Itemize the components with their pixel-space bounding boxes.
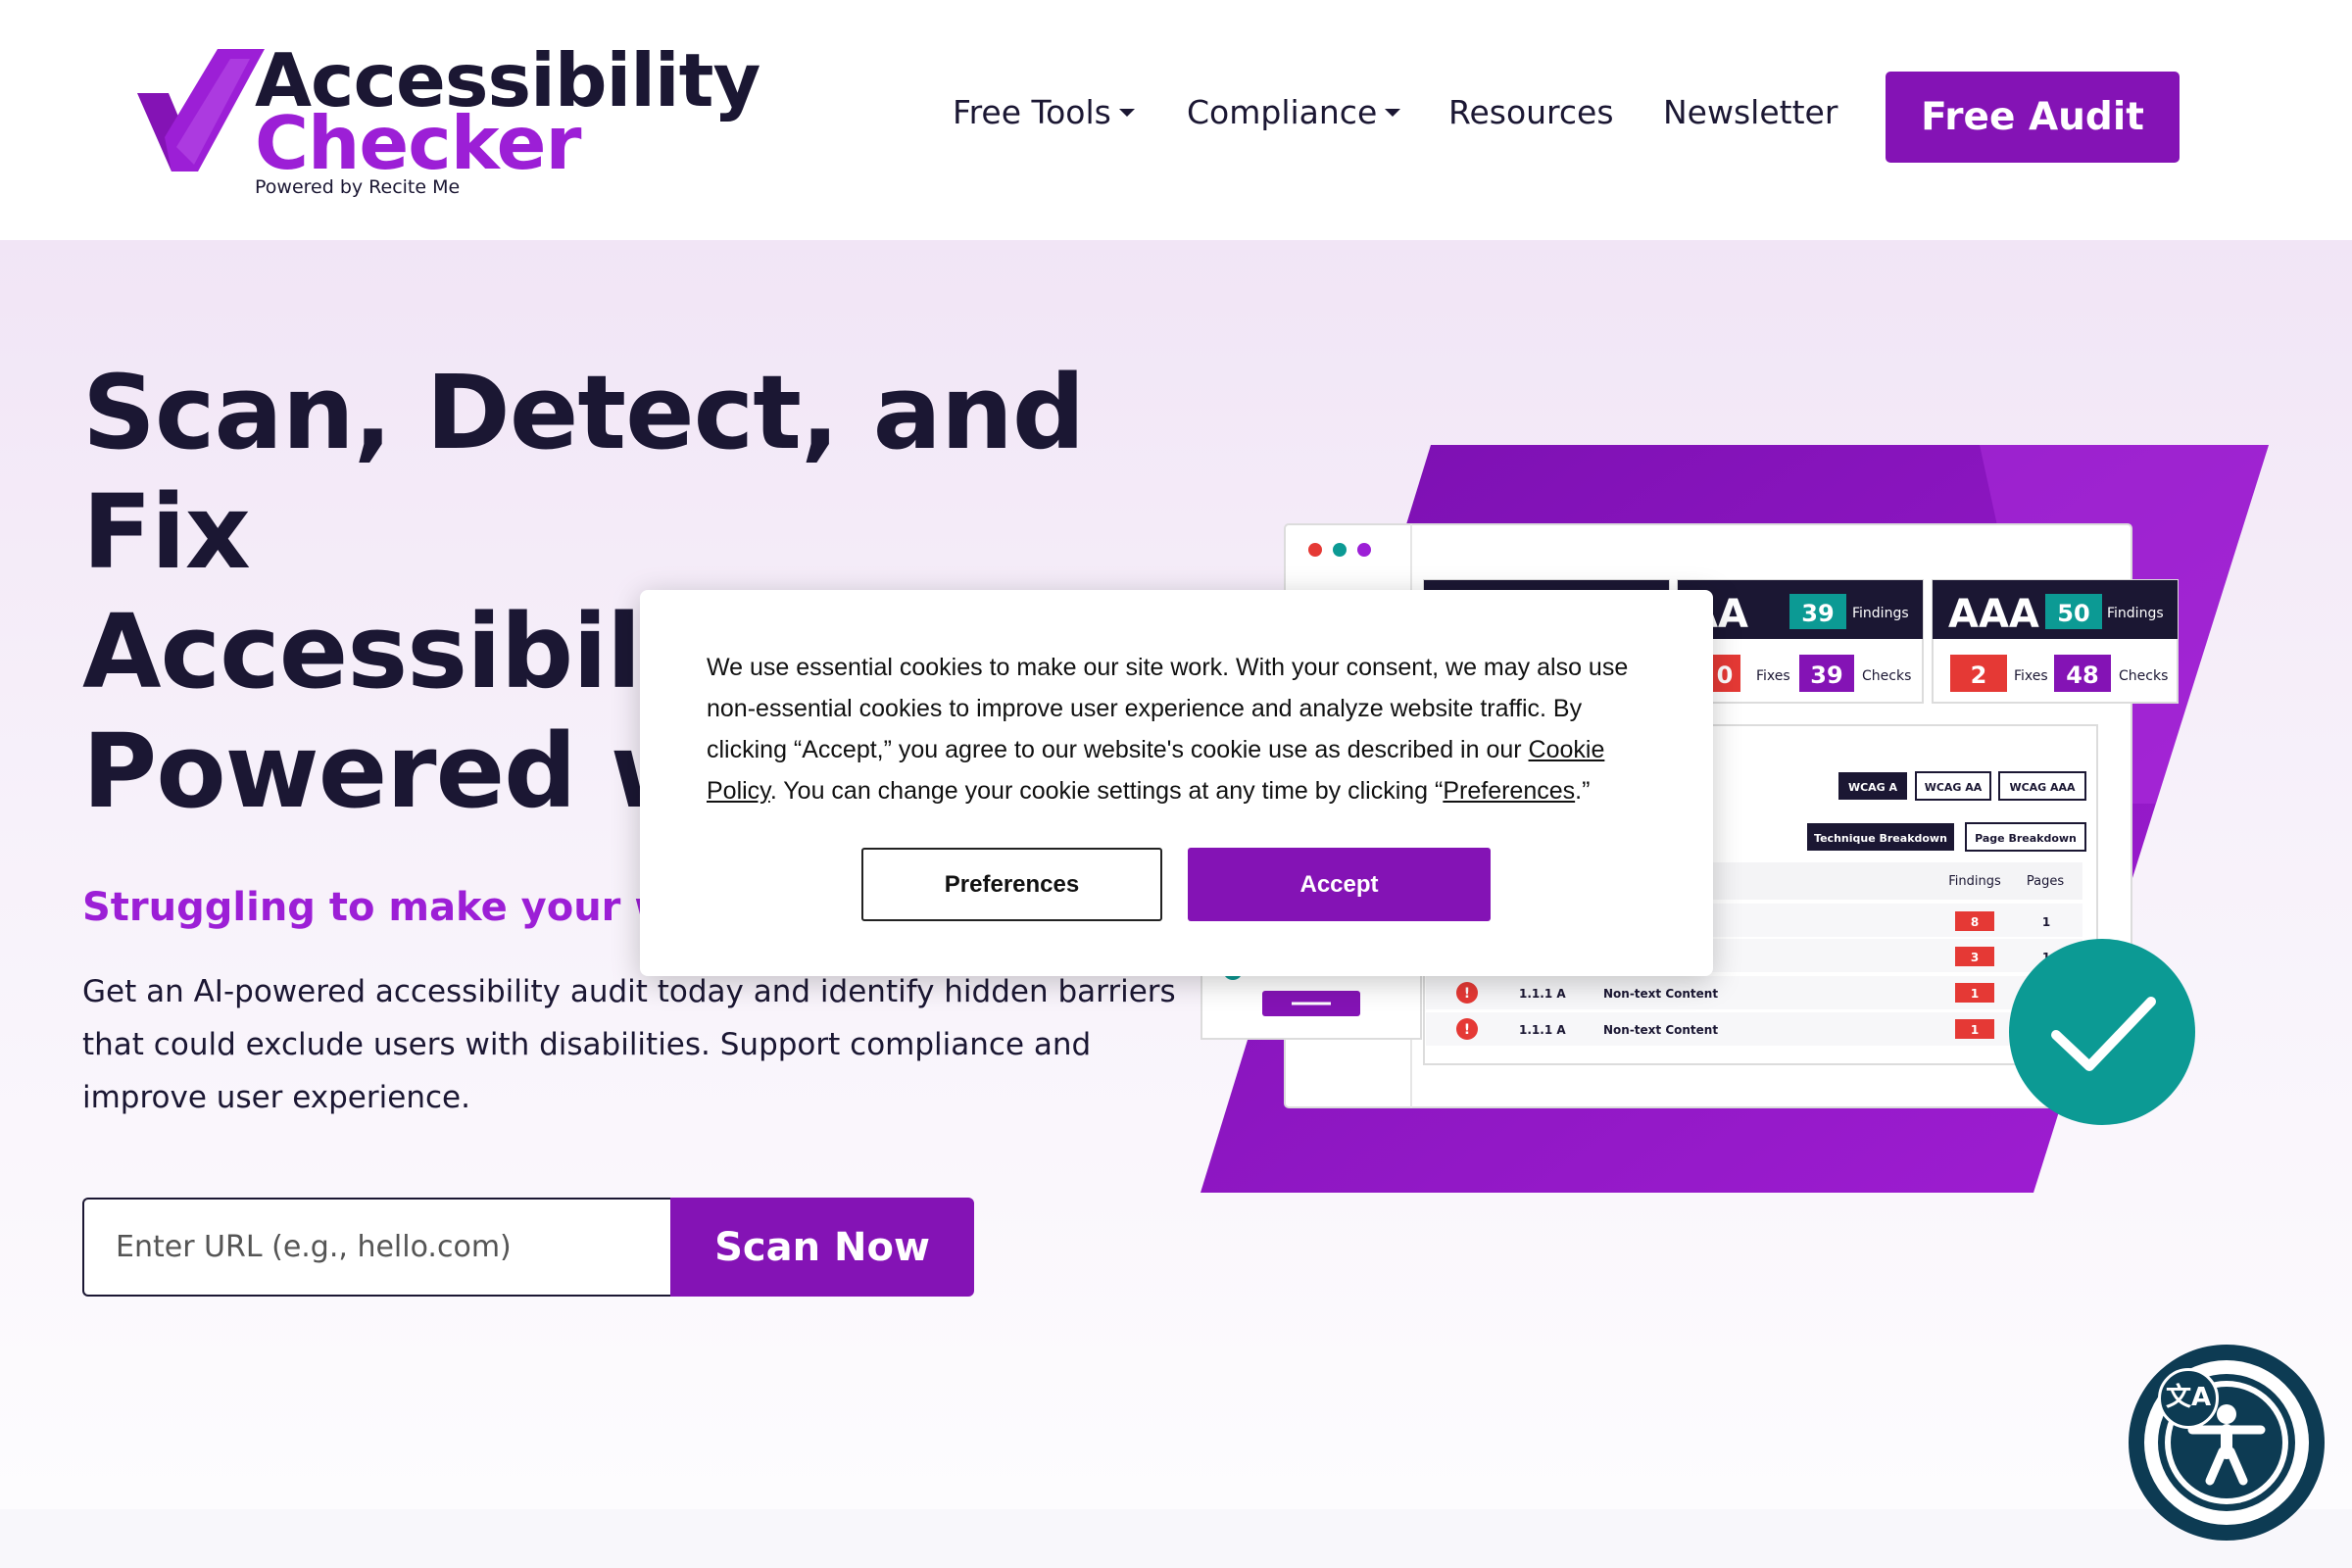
card-findings-label: Findings (1852, 606, 1909, 621)
chevron-down-icon (1385, 108, 1401, 117)
row-findings: 8 (1971, 915, 1979, 929)
preferences-button[interactable]: Preferences (861, 848, 1162, 921)
card-fixes: 0 (1717, 662, 1734, 689)
accessibility-widget-button[interactable]: 文A (2129, 1345, 2325, 1541)
card-checks: 39 (1810, 662, 1842, 689)
cookie-consent-text: We use essential cookies to make our sit… (707, 647, 1652, 811)
chevron-down-icon (1118, 108, 1135, 117)
nav-label: Free Tools (953, 93, 1111, 131)
nav-label: Resources (1448, 93, 1614, 131)
card-fixes-label: Fixes (2014, 668, 2048, 684)
site-header: Accessibility Checker Powered by Recite … (0, 0, 2352, 240)
svg-text:!: ! (1464, 986, 1470, 1002)
logo-line-2: Checker (255, 100, 581, 186)
headline-line: Fix (82, 472, 251, 592)
row-code: 1.1.1 A (1519, 1023, 1566, 1037)
card-fixes: 2 (1971, 662, 1987, 689)
hero-description: Get an AI-powered accessibility audit to… (82, 974, 1176, 1115)
view-tab: Technique Breakdown (1814, 832, 1947, 845)
row-findings: 3 (1971, 951, 1979, 964)
success-badge (2009, 939, 2195, 1125)
translate-icon: 文A (2158, 1368, 2219, 1429)
url-input[interactable] (82, 1198, 670, 1297)
window-dot (1357, 543, 1371, 557)
row-pages: 1 (2042, 915, 2050, 929)
logo[interactable]: Accessibility Checker Powered by Recite … (137, 39, 760, 206)
card-checks: 48 (2066, 662, 2098, 689)
accept-button[interactable]: Accept (1188, 848, 1491, 921)
logo-check-icon (137, 49, 265, 172)
nav-resources[interactable]: Resources (1448, 93, 1614, 131)
free-audit-button[interactable]: Free Audit (1886, 72, 2180, 163)
window-dot (1308, 543, 1322, 557)
nav-newsletter[interactable]: Newsletter (1663, 93, 1838, 131)
row-code: 1.1.1 A (1519, 987, 1566, 1001)
next-section (0, 1509, 2352, 1568)
table-header: Findings (1948, 874, 2001, 889)
cookie-consent-dialog: We use essential cookies to make our sit… (640, 590, 1713, 976)
filter-chip: WCAG AA (1925, 781, 1983, 794)
scan-now-button[interactable]: Scan Now (670, 1198, 974, 1297)
filter-chip: WCAG A (1848, 781, 1898, 794)
row-findings: 1 (1971, 987, 1979, 1001)
headline-line: Scan, Detect, and (82, 353, 1085, 472)
checkmark-icon (2051, 997, 2156, 1071)
window-dot (1333, 543, 1347, 557)
card-checks-label: Checks (2119, 668, 2168, 684)
view-tab: Page Breakdown (1975, 832, 2077, 845)
nav-label: Compliance (1187, 93, 1378, 131)
cookie-text: .” (1575, 777, 1591, 805)
card-fixes-label: Fixes (1756, 668, 1790, 684)
nav-compliance[interactable]: Compliance (1187, 93, 1401, 131)
scan-form: Scan Now (82, 1198, 974, 1297)
cookie-text: We use essential cookies to make our sit… (707, 654, 1629, 763)
card-findings-label: Findings (2107, 606, 2164, 621)
row-name: Non-text Content (1603, 987, 1718, 1001)
card-checks-label: Checks (1862, 668, 1911, 684)
card-findings: 39 (1801, 600, 1834, 627)
cookie-text: . You can change your cookie settings at… (769, 777, 1444, 805)
card-findings: 50 (2057, 600, 2089, 627)
filter-chip: WCAG AAA (2009, 781, 2076, 794)
card-level: AAA (1948, 592, 2039, 637)
hero-subheading: Struggling to make your web (82, 885, 726, 930)
table-header: Pages (2027, 874, 2064, 889)
row-name: Non-text Content (1603, 1023, 1718, 1037)
svg-text:!: ! (1464, 1022, 1470, 1038)
nav-free-tools[interactable]: Free Tools (953, 93, 1135, 131)
nav-label: Newsletter (1663, 93, 1838, 131)
row-findings: 1 (1971, 1023, 1979, 1037)
preferences-link[interactable]: Preferences (1443, 777, 1575, 805)
logo-tagline: Powered by Recite Me (255, 176, 461, 198)
